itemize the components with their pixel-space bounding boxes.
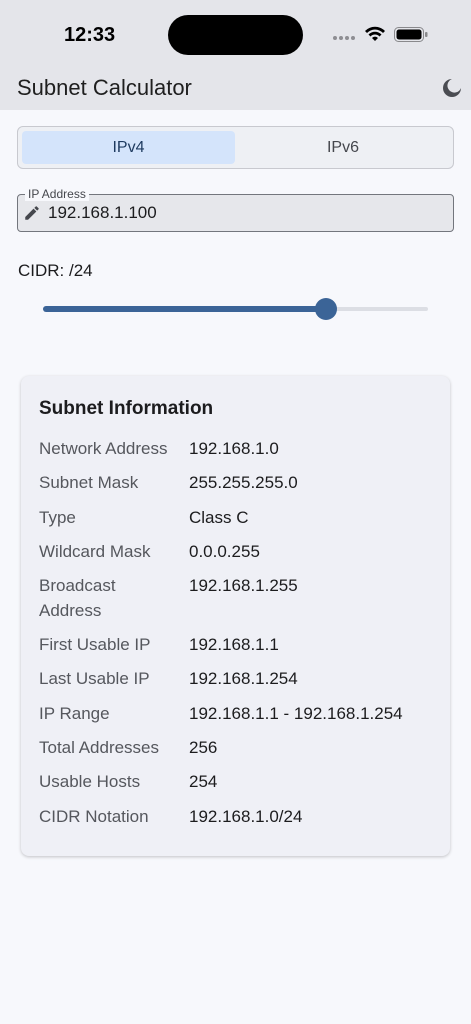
info-value: 0.0.0.255 <box>189 542 260 561</box>
moon-icon[interactable] <box>440 76 464 100</box>
ip-address-input[interactable] <box>48 203 428 223</box>
slider-thumb[interactable] <box>315 298 338 320</box>
info-value: 192.168.1.1 <box>189 635 279 654</box>
info-label: Subnet Mask <box>39 473 139 492</box>
info-label: First Usable IP <box>39 635 151 654</box>
card-title: Subnet Information <box>39 398 214 419</box>
info-label: Last Usable IP <box>39 669 150 688</box>
info-label: Type <box>39 508 76 527</box>
ipv4-segment[interactable]: IPv4 <box>22 131 235 164</box>
info-value: 192.168.1.255 <box>189 576 298 595</box>
info-value: 254 <box>189 772 218 791</box>
info-value: 255.255.255.0 <box>189 473 298 492</box>
info-label: CIDR Notation <box>39 807 149 826</box>
info-value: Class C <box>189 508 249 527</box>
dynamic-island <box>168 15 303 55</box>
info-label: Network Address <box>39 439 168 458</box>
ip-address-field[interactable]: IP Address <box>17 187 454 232</box>
info-value: 256 <box>189 738 218 757</box>
info-label: IP Range <box>39 704 110 723</box>
ipv6-segment[interactable]: IPv6 <box>236 131 450 164</box>
cidr-slider[interactable] <box>43 298 428 320</box>
status-bar: 12:33 <box>0 0 471 66</box>
subnet-info-card: Subnet Information Network Address 192.1… <box>21 376 450 856</box>
info-label: Wildcard Mask <box>39 542 151 561</box>
battery-icon <box>394 27 428 42</box>
wifi-icon <box>365 26 385 41</box>
info-label: Broadcast Address <box>39 576 116 620</box>
info-label: Usable Hosts <box>39 772 141 791</box>
pencil-icon <box>25 206 39 220</box>
info-label: Total Addresses <box>39 738 160 757</box>
info-value: 192.168.1.1 - 192.168.1.254 <box>189 704 403 723</box>
cidr-label: CIDR: /24 <box>18 261 93 280</box>
info-value: 192.168.1.254 <box>189 669 298 688</box>
app-title: Subnet Calculator <box>17 75 192 100</box>
info-value: 192.168.1.0/24 <box>189 807 303 826</box>
status-time: 12:33 <box>64 24 116 46</box>
signal-dots-icon <box>333 36 355 40</box>
slider-active-track <box>43 306 327 312</box>
ip-address-label: IP Address <box>25 187 89 201</box>
ip-version-toggle: IPv4 IPv6 <box>17 126 454 169</box>
info-value: 192.168.1.0 <box>189 439 279 458</box>
app-bar: Subnet Calculator <box>0 66 471 110</box>
